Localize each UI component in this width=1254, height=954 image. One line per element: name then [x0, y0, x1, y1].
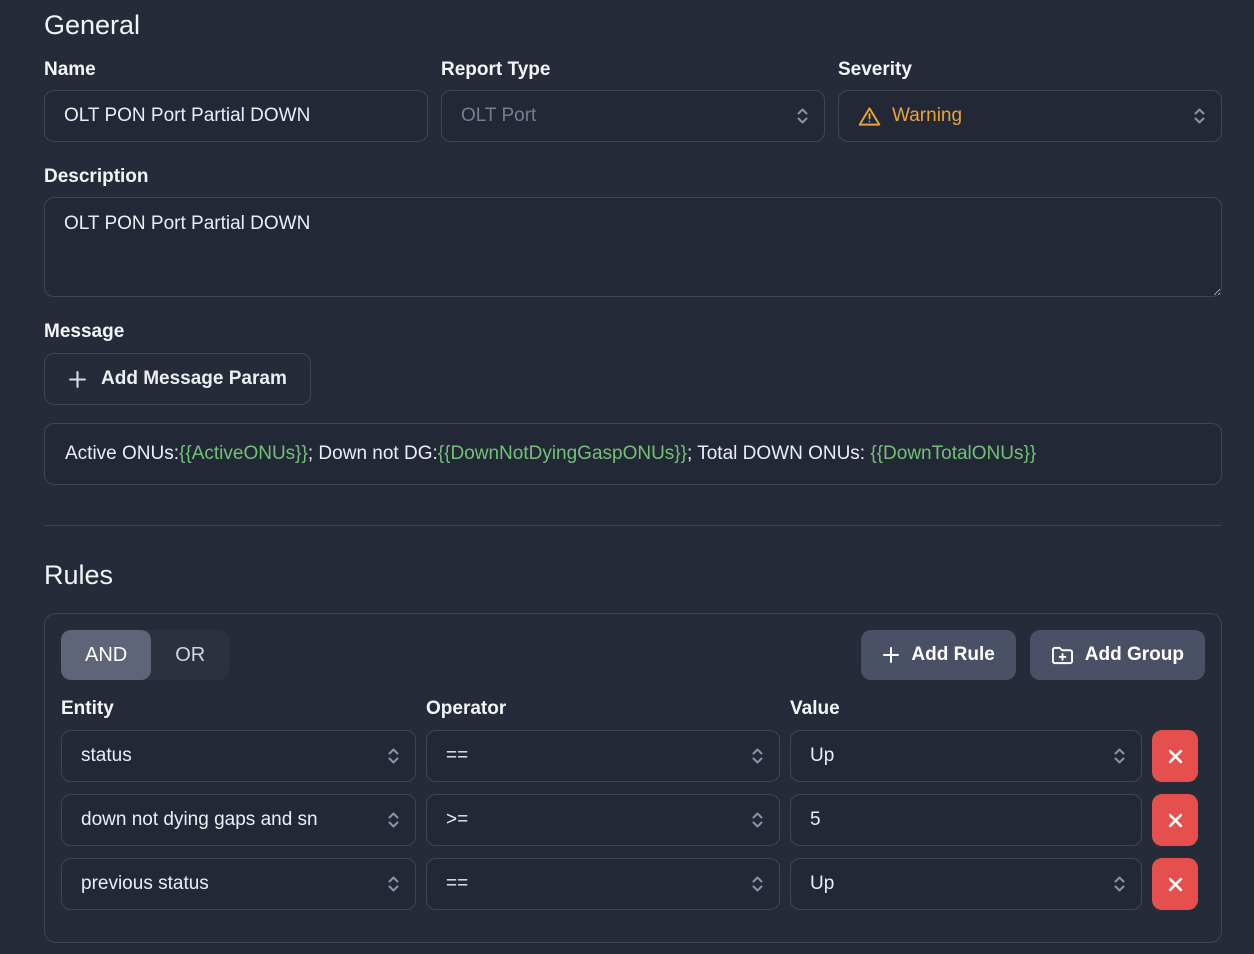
- close-icon: [1167, 876, 1184, 893]
- rules-section-title: Rules: [44, 560, 114, 590]
- delete-rule-button[interactable]: [1152, 858, 1198, 910]
- general-section-title: General: [44, 10, 141, 40]
- rules-actions: Add Rule Add Group: [861, 630, 1205, 680]
- message-label: Message: [44, 321, 125, 342]
- close-icon: [1167, 748, 1184, 765]
- chevron-updown-icon: [1112, 874, 1127, 894]
- operator-select[interactable]: ==: [426, 730, 780, 782]
- add-group-label: Add Group: [1084, 644, 1184, 665]
- and-toggle-button[interactable]: AND: [61, 630, 152, 680]
- message-param: {{DownNotDyingGaspONUs}}: [437, 443, 688, 464]
- description-field: Description OLT PON Port Partial DOWN: [44, 166, 1222, 297]
- operator-value: ==: [446, 745, 469, 766]
- rules-group-panel: AND OR Add Rule Add Group Entity Operato…: [44, 613, 1222, 943]
- section-divider: [44, 525, 1222, 526]
- warning-triangle-icon: [858, 106, 881, 127]
- add-rule-label: Add Rule: [911, 644, 995, 665]
- entity-value: previous status: [81, 873, 209, 894]
- name-field: Name: [44, 59, 428, 142]
- entity-select[interactable]: down not dying gaps and sn: [61, 794, 416, 846]
- entity-column-label: Entity: [61, 698, 114, 719]
- value-select[interactable]: Up: [790, 730, 1142, 782]
- severity-field: Severity Warning: [838, 59, 1222, 142]
- plus-icon: [882, 646, 900, 664]
- report-type-field: Report Type OLT Port: [441, 59, 825, 142]
- entity-select[interactable]: status: [61, 730, 416, 782]
- message-param: {{ActiveONUs}}: [179, 443, 308, 464]
- entity-value: down not dying gaps and sn: [81, 809, 318, 830]
- operator-select[interactable]: >=: [426, 794, 780, 846]
- rule-row: status == Up: [61, 730, 1205, 782]
- operator-value: >=: [446, 809, 469, 830]
- report-type-select[interactable]: OLT Port: [441, 90, 825, 142]
- name-label: Name: [44, 59, 96, 80]
- message-part: ; Total DOWN ONUs:: [687, 443, 871, 464]
- name-input[interactable]: [44, 90, 428, 142]
- chevron-updown-icon: [1192, 106, 1207, 126]
- entity-select[interactable]: previous status: [61, 858, 416, 910]
- message-part: ; Down not DG:: [307, 443, 438, 464]
- operator-column-label: Operator: [426, 698, 507, 719]
- plus-icon: [68, 370, 87, 389]
- rule-row: down not dying gaps and sn >=: [61, 794, 1205, 846]
- add-message-param-label: Add Message Param: [101, 368, 287, 389]
- operator-select[interactable]: ==: [426, 858, 780, 910]
- logic-operator-toggle: AND OR: [61, 630, 230, 680]
- folder-plus-icon: [1051, 645, 1074, 666]
- delete-rule-button[interactable]: [1152, 730, 1198, 782]
- message-template-box[interactable]: Active ONUs:{{ActiveONUs}}; Down not DG:…: [44, 423, 1222, 485]
- message-field: Message Add Message Param Active ONUs:{{…: [44, 321, 1222, 485]
- severity-select[interactable]: Warning: [838, 90, 1222, 142]
- report-type-value: OLT Port: [461, 105, 537, 126]
- value-value: Up: [810, 745, 835, 766]
- rule-row: previous status == Up: [61, 858, 1205, 910]
- add-message-param-button[interactable]: Add Message Param: [44, 353, 311, 405]
- description-textarea[interactable]: OLT PON Port Partial DOWN: [44, 197, 1222, 297]
- chevron-updown-icon: [1112, 746, 1127, 766]
- delete-rule-button[interactable]: [1152, 794, 1198, 846]
- add-rule-button[interactable]: Add Rule: [861, 630, 1016, 680]
- chevron-updown-icon: [795, 106, 810, 126]
- value-input[interactable]: [790, 794, 1142, 846]
- add-group-button[interactable]: Add Group: [1029, 630, 1205, 680]
- chevron-updown-icon: [750, 810, 765, 830]
- chevron-updown-icon: [750, 874, 765, 894]
- entity-value: status: [81, 745, 132, 766]
- value-column-label: Value: [790, 698, 840, 719]
- chevron-updown-icon: [386, 810, 401, 830]
- report-type-label: Report Type: [441, 59, 551, 80]
- chevron-updown-icon: [750, 746, 765, 766]
- or-toggle-button[interactable]: OR: [151, 630, 229, 680]
- rule-column-headers: Entity Operator Value: [61, 698, 1205, 720]
- operator-value: ==: [446, 873, 469, 894]
- chevron-updown-icon: [386, 874, 401, 894]
- value-select[interactable]: Up: [790, 858, 1142, 910]
- message-param: {{DownTotalONUs}}: [870, 443, 1037, 464]
- chevron-updown-icon: [386, 746, 401, 766]
- rules-panel-header: AND OR Add Rule Add Group: [61, 630, 1205, 680]
- value-value: Up: [810, 873, 835, 894]
- close-icon: [1167, 812, 1184, 829]
- general-fields-row: Name Report Type OLT Port Severity Warni…: [44, 59, 1222, 142]
- description-label: Description: [44, 166, 149, 187]
- severity-selected-option: Warning: [858, 105, 1182, 127]
- severity-value: Warning: [892, 105, 963, 126]
- message-part: Active ONUs:: [65, 443, 180, 464]
- severity-label: Severity: [838, 59, 912, 80]
- report-rule-editor: General Name Report Type OLT Port Severi…: [0, 0, 1254, 943]
